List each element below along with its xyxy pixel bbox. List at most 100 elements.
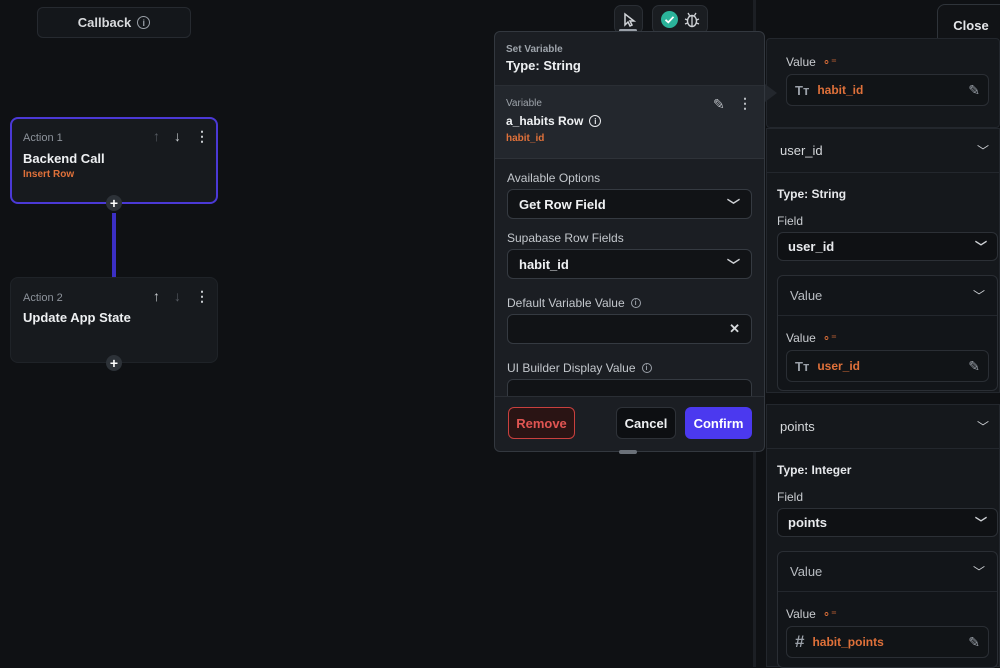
field-section-points: points ﹀ Type: Integer Field points ﹀ Va… [766, 404, 1000, 668]
info-icon[interactable]: i [641, 363, 652, 373]
remove-button[interactable]: Remove [508, 407, 575, 439]
section-header[interactable]: user_id ﹀ [767, 129, 1000, 173]
cancel-button[interactable]: Cancel [616, 407, 676, 439]
add-action-button[interactable]: + [106, 355, 122, 371]
check-circle-icon [660, 11, 678, 28]
value-subsection-header[interactable]: Value ﹀ [778, 552, 997, 592]
field-section-user-id: user_id ﹀ Type: String Field user_id ﹀ V… [766, 128, 1000, 393]
variable-name: a_habits Row [506, 114, 584, 128]
action-connector [112, 213, 116, 277]
ui-builder-dropdown[interactable]: ﹀ [507, 379, 752, 396]
variable-icon[interactable]: ⚬⁼ [822, 332, 837, 345]
action-title: Backend Call [23, 151, 105, 166]
variable-block[interactable]: Variable a_habits Row i habit_id ✎ ⋮ [495, 86, 764, 159]
action-card-1[interactable]: Action 1 Backend Call Insert Row ↑ ↓ ⋮ [10, 117, 218, 204]
arrow-up-icon[interactable]: ↑ [153, 288, 160, 304]
more-vertical-icon[interactable]: ⋮ [195, 128, 209, 145]
value-chip[interactable]: Tт user_id ✎ [786, 350, 989, 382]
close-icon[interactable]: ✕ [729, 321, 740, 337]
bug-icon [684, 12, 699, 28]
section-header[interactable]: points ﹀ [767, 405, 1000, 449]
pencil-icon[interactable]: ✎ [713, 96, 725, 113]
text-type-icon: Tт [795, 82, 810, 98]
value-label: Value [786, 331, 816, 345]
status-button[interactable] [652, 5, 708, 34]
more-vertical-icon[interactable]: ⋮ [195, 288, 209, 305]
arrow-up-icon[interactable]: ↑ [153, 128, 160, 144]
value-text: habit_points [812, 635, 884, 649]
close-label: Close [953, 18, 989, 33]
chevron-down-icon: ﹀ [974, 240, 987, 254]
modal-header-label: Set Variable [506, 44, 563, 55]
chevron-down-icon: ﹀ [726, 197, 740, 213]
hash-icon: # [795, 632, 805, 651]
type-label: Type: String [777, 187, 847, 201]
set-variable-modal: Set Variable Type: String Variable a_hab… [494, 31, 765, 452]
modal-header: Set Variable Type: String [495, 32, 764, 86]
arrow-down-icon[interactable]: ↓ [174, 128, 181, 144]
value-subsection-title: Value [790, 288, 823, 303]
available-options-dropdown[interactable]: Get Row Field ﹀ [507, 189, 752, 219]
info-icon[interactable]: i [630, 298, 641, 308]
info-icon[interactable]: i [137, 16, 151, 29]
section-title: points [780, 419, 815, 434]
variable-field: habit_id [506, 133, 545, 144]
arrow-down-icon[interactable]: ↓ [174, 288, 181, 304]
value-subsection-header[interactable]: Value ﹀ [778, 276, 997, 316]
add-action-button[interactable]: + [106, 195, 122, 211]
ui-builder-dropdown-clip: ﹀ [507, 379, 752, 396]
row-fields-value: habit_id [519, 256, 569, 272]
chevron-down-icon[interactable]: ﹀ [973, 287, 985, 304]
callback-button[interactable]: Callback i [37, 7, 191, 38]
value-chip[interactable]: # habit_points ✎ [786, 626, 989, 658]
pencil-icon[interactable]: ✎ [968, 82, 980, 99]
field-dropdown[interactable]: points ﹀ [777, 508, 998, 537]
footer-divider [495, 396, 764, 397]
chevron-down-icon: ﹀ [974, 516, 987, 530]
value-text: user_id [817, 359, 860, 373]
value-chip[interactable]: Tт habit_id ✎ [786, 74, 989, 106]
field-label: Field [777, 490, 804, 504]
action-title: Update App State [23, 310, 131, 325]
variable-icon[interactable]: ⚬⁼ [822, 56, 837, 69]
default-value-input[interactable]: ✕ [507, 314, 752, 344]
variable-icon[interactable]: ⚬⁼ [822, 608, 837, 621]
action-subtitle: Insert Row [23, 169, 75, 180]
type-label: Type: Integer [777, 463, 852, 477]
action-index-label: Action 2 [23, 292, 63, 304]
pencil-icon[interactable]: ✎ [968, 634, 980, 651]
value-subsection-title: Value [790, 564, 823, 579]
field-value: points [788, 515, 827, 530]
available-options-label: Available Options [507, 171, 601, 185]
section-title: user_id [780, 143, 823, 158]
callback-label: Callback [77, 15, 132, 30]
value-text: habit_id [817, 83, 864, 97]
top-value-section: Value ⚬⁼ Tт habit_id ✎ [766, 38, 1000, 128]
field-dropdown[interactable]: user_id ﹀ [777, 232, 998, 261]
action-card-2[interactable]: Action 2 Update App State ↑ ↓ ⋮ [10, 277, 218, 363]
more-vertical-icon[interactable]: ⋮ [738, 95, 752, 112]
cursor-icon [623, 11, 636, 27]
confirm-button[interactable]: Confirm [685, 407, 752, 439]
chevron-down-icon[interactable]: ﹀ [977, 418, 989, 435]
default-value-label: Default Variable Value [507, 296, 625, 310]
chevron-down-icon: ﹀ [726, 257, 740, 273]
field-label: Field [777, 214, 804, 228]
modal-drag-handle[interactable] [619, 450, 637, 454]
chevron-down-icon[interactable]: ﹀ [973, 563, 985, 580]
text-type-icon: Tт [795, 358, 810, 374]
popover-pointer [765, 84, 777, 102]
value-subsection: Value ﹀ Value ⚬⁼ Tт user_id ✎ [777, 275, 998, 391]
field-value: user_id [788, 239, 835, 254]
row-fields-label: Supabase Row Fields [507, 231, 624, 245]
info-icon[interactable]: i [589, 115, 602, 127]
confirm-label: Confirm [693, 415, 744, 431]
chevron-down-icon[interactable]: ﹀ [977, 142, 989, 159]
value-subsection: Value ﹀ Value ⚬⁼ # habit_points ✎ [777, 551, 998, 668]
pencil-icon[interactable]: ✎ [968, 358, 980, 375]
row-fields-dropdown[interactable]: habit_id ﹀ [507, 249, 752, 279]
value-label: Value [786, 607, 816, 621]
cancel-label: Cancel [624, 415, 668, 431]
value-label: Value [786, 55, 816, 69]
modal-header-type: Type: String [506, 58, 581, 73]
